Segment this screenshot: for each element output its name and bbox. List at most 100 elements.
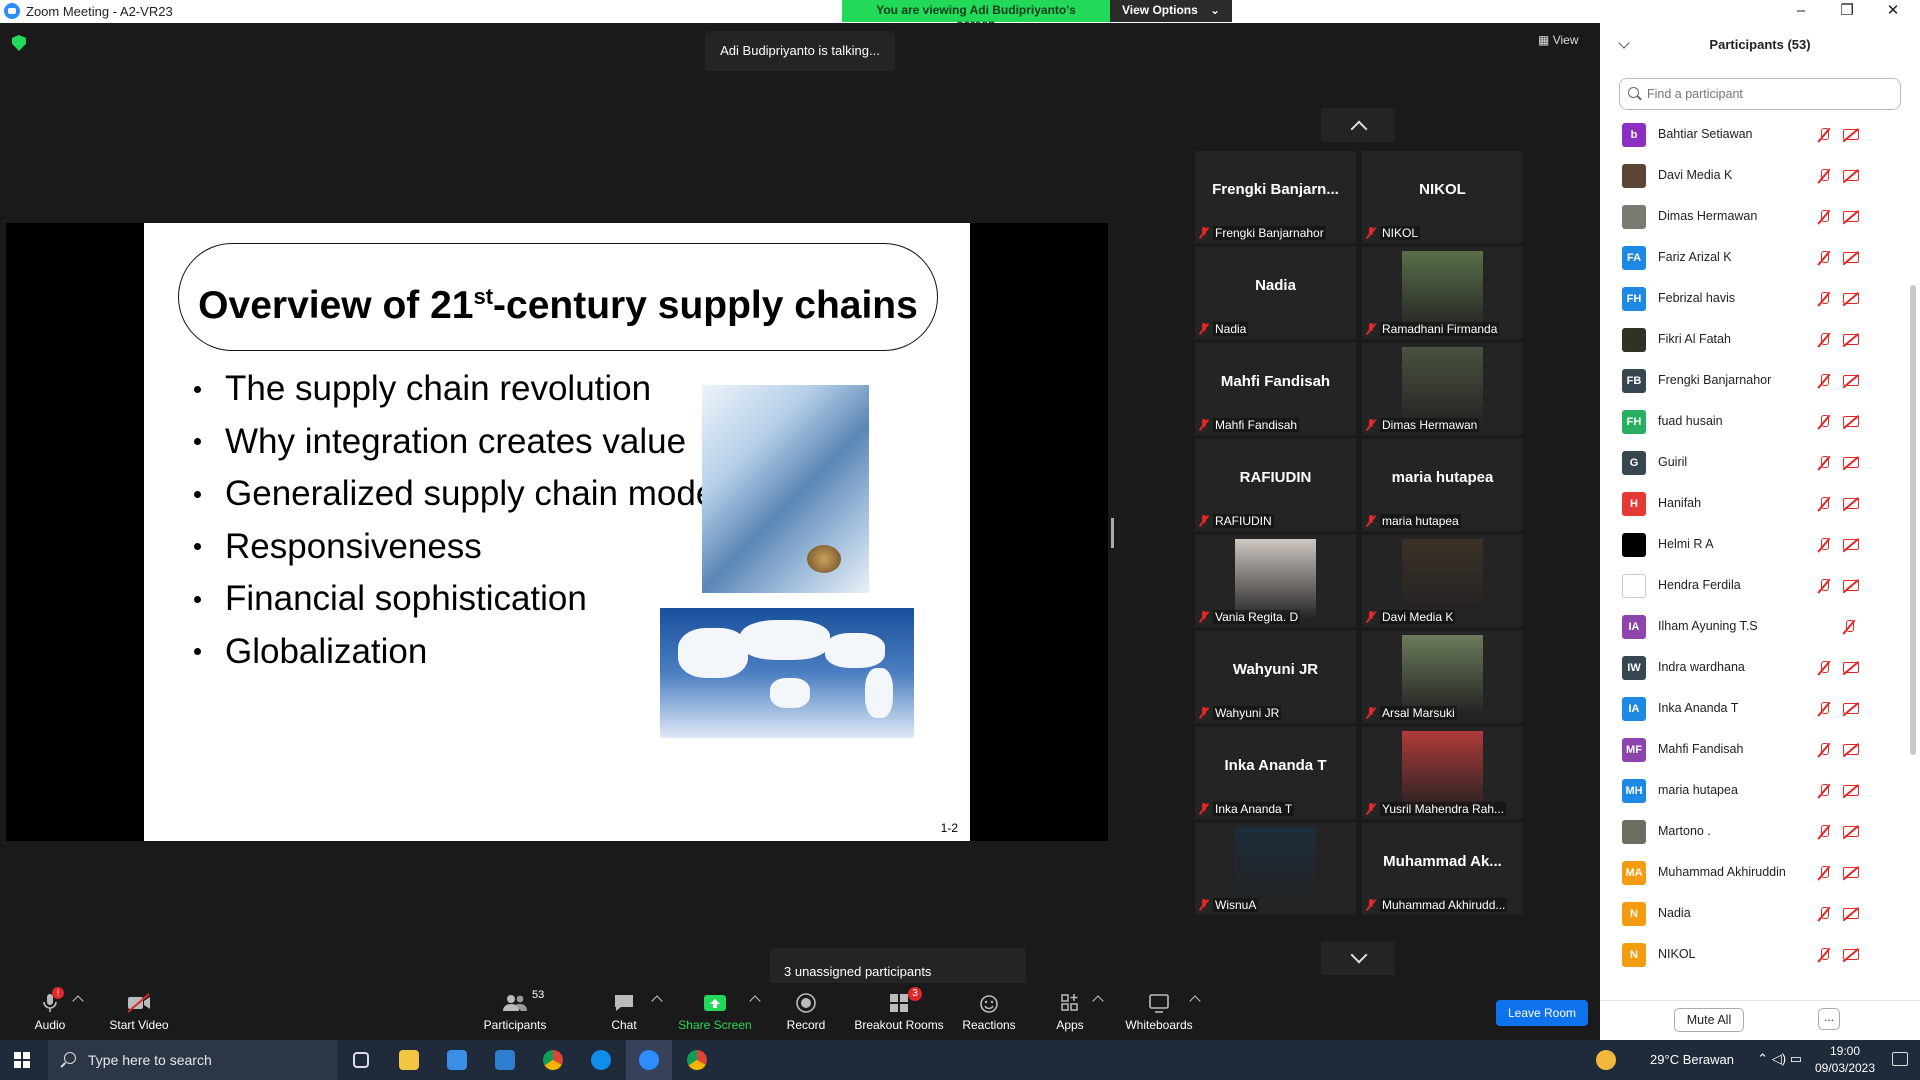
video-off-icon[interactable] (1843, 129, 1859, 140)
video-tile[interactable]: Mahfi Fandisah Mahfi Fandisah (1195, 343, 1356, 435)
muted-mic-icon[interactable] (1818, 784, 1830, 798)
whiteboards-button[interactable]: Whiteboards (1124, 991, 1194, 1032)
start-video-button[interactable]: Start Video (104, 991, 174, 1032)
mute-all-button[interactable]: Mute All (1674, 1008, 1744, 1032)
maximize-button[interactable]: ❐ (1824, 0, 1870, 22)
video-off-icon[interactable] (1843, 703, 1859, 714)
participant-row[interactable]: G Guiril (1600, 443, 1900, 484)
muted-mic-icon[interactable] (1818, 333, 1830, 347)
muted-mic-icon[interactable] (1818, 456, 1830, 470)
video-off-icon[interactable] (1843, 908, 1859, 919)
clock-time[interactable]: 19:00 (1820, 1044, 1870, 1058)
file-explorer-icon[interactable] (386, 1040, 432, 1080)
participant-search-input[interactable] (1619, 78, 1901, 110)
muted-mic-icon[interactable] (1818, 210, 1830, 224)
video-tile[interactable]: Davi Media K (1362, 535, 1523, 627)
video-off-icon[interactable] (1843, 949, 1859, 960)
video-off-icon[interactable] (1843, 334, 1859, 345)
video-tile[interactable]: NIKOL NIKOL (1362, 151, 1523, 243)
video-tile[interactable]: Wahyuni JR Wahyuni JR (1195, 631, 1356, 723)
video-tile[interactable]: RAFIUDIN RAFIUDIN (1195, 439, 1356, 531)
chat-options-caret-icon[interactable] (651, 995, 663, 1007)
muted-mic-icon[interactable] (1818, 374, 1830, 388)
participant-row[interactable]: MH maria hutapea (1600, 771, 1900, 812)
muted-mic-icon[interactable] (1818, 579, 1830, 593)
participant-list-scrollbar[interactable] (1910, 285, 1916, 755)
video-tile[interactable]: Inka Ananda T Inka Ananda T (1195, 727, 1356, 819)
chrome-profile-icon[interactable] (674, 1040, 720, 1080)
video-off-icon[interactable] (1843, 662, 1859, 673)
participant-row[interactable]: Fikri Al Fatah (1600, 320, 1900, 361)
participant-row[interactable]: Dimas Hermawan (1600, 197, 1900, 238)
weather-icon[interactable] (1596, 1050, 1616, 1070)
clock-date[interactable]: 09/03/2023 (1812, 1061, 1878, 1075)
weather-text[interactable]: 29°C Berawan (1650, 1052, 1734, 1067)
video-tile[interactable]: WisnuA (1195, 823, 1356, 915)
video-off-icon[interactable] (1843, 539, 1859, 550)
windows-start-icon[interactable] (14, 1052, 30, 1068)
video-tile[interactable]: Muhammad Ak... Muhammad Akhirudd... (1362, 823, 1523, 915)
participant-row[interactable]: IA Inka Ananda T (1600, 689, 1900, 730)
muted-mic-icon[interactable] (1818, 292, 1830, 306)
minimize-button[interactable]: – (1778, 0, 1824, 22)
video-tile[interactable]: Ramadhani Firmanda (1362, 247, 1523, 339)
leave-room-button[interactable]: Leave Room (1496, 1000, 1588, 1026)
participant-row[interactable]: IA Ilham Ayuning T.S (1600, 607, 1900, 648)
video-off-icon[interactable] (1843, 867, 1859, 878)
participant-row[interactable]: IW Indra wardhana (1600, 648, 1900, 689)
video-off-icon[interactable] (1843, 211, 1859, 222)
participants-button[interactable]: 53 Participants (482, 989, 548, 1032)
video-off-icon[interactable] (1843, 785, 1859, 796)
participant-row[interactable]: FH fuad husain (1600, 402, 1900, 443)
taskbar-search-box[interactable]: Type here to search (48, 1040, 338, 1080)
muted-mic-icon[interactable] (1818, 743, 1830, 757)
participant-row[interactable]: FB Frengki Banjarnahor (1600, 361, 1900, 402)
breakout-rooms-button[interactable]: 3 Breakout Rooms (852, 987, 946, 1032)
participant-row[interactable]: FA Fariz Arizal K (1600, 238, 1900, 279)
participant-row[interactable]: FH Febrizal havis (1600, 279, 1900, 320)
microsoft-store-icon[interactable] (434, 1040, 480, 1080)
video-tile[interactable]: Yusril Mahendra Rah... (1362, 727, 1523, 819)
apps-options-caret-icon[interactable] (1092, 995, 1104, 1007)
participant-row[interactable]: H Hanifah (1600, 484, 1900, 525)
teamviewer-icon[interactable] (578, 1040, 624, 1080)
muted-mic-icon[interactable] (1818, 948, 1830, 962)
participant-row[interactable]: Martono . (1600, 812, 1900, 853)
muted-mic-icon[interactable] (1818, 825, 1830, 839)
muted-mic-icon[interactable] (1818, 415, 1830, 429)
participant-row[interactable]: N NIKOL (1600, 935, 1900, 976)
video-off-icon[interactable] (1843, 416, 1859, 427)
task-view-icon[interactable] (338, 1040, 384, 1080)
muted-mic-icon[interactable] (1818, 128, 1830, 142)
tray-icons[interactable]: ⌃ ◁) ▭ (1757, 1051, 1802, 1067)
audio-options-caret-icon[interactable] (72, 995, 84, 1007)
video-off-icon[interactable] (1843, 170, 1859, 181)
chat-button[interactable]: Chat (606, 991, 642, 1032)
participant-row[interactable]: b Bahtiar Setiawan (1600, 115, 1900, 156)
muted-mic-icon[interactable] (1818, 661, 1830, 675)
muted-mic-icon[interactable] (1818, 538, 1830, 552)
video-off-icon[interactable] (1843, 457, 1859, 468)
reactions-button[interactable]: Reactions (962, 991, 1016, 1032)
video-tile[interactable]: Frengki Banjarn... Frengki Banjarnahor (1195, 151, 1356, 243)
video-off-icon[interactable] (1843, 293, 1859, 304)
muted-mic-icon[interactable] (1818, 169, 1830, 183)
video-off-icon[interactable] (1843, 580, 1859, 591)
participant-row[interactable]: MF Mahfi Fandisah (1600, 730, 1900, 771)
video-off-icon[interactable] (1843, 252, 1859, 263)
video-off-icon[interactable] (1843, 375, 1859, 386)
gallery-page-down-button[interactable] (1321, 941, 1395, 975)
participant-row[interactable]: Hendra Ferdila (1600, 566, 1900, 607)
participant-row[interactable]: MA Muhammad Akhiruddin (1600, 853, 1900, 894)
video-tile[interactable]: maria hutapea maria hutapea (1362, 439, 1523, 531)
share-screen-button[interactable]: Share Screen (678, 991, 752, 1032)
audio-button[interactable]: ! Audio (30, 987, 70, 1032)
muted-mic-icon[interactable] (1818, 866, 1830, 880)
chrome-icon[interactable] (530, 1040, 576, 1080)
video-off-icon[interactable] (1843, 826, 1859, 837)
video-tile[interactable]: Nadia Nadia (1195, 247, 1356, 339)
zoom-taskbar-icon[interactable] (626, 1040, 672, 1080)
video-tile[interactable]: Dimas Hermawan (1362, 343, 1523, 435)
video-off-icon[interactable] (1843, 744, 1859, 755)
video-tile[interactable]: Arsal Marsuki (1362, 631, 1523, 723)
